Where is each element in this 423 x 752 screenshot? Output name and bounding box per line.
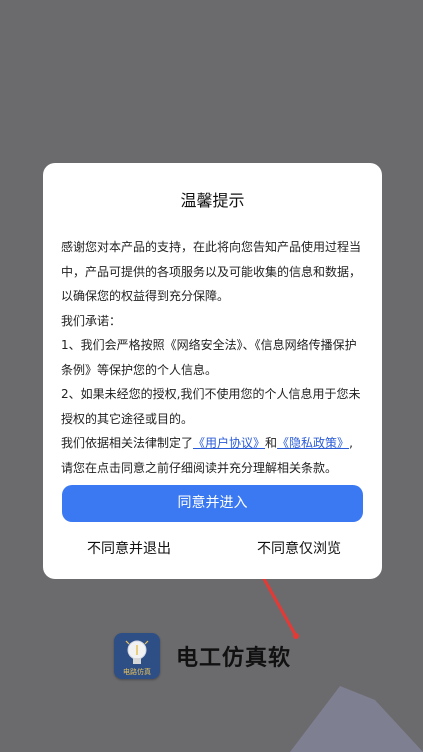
promise-item-1: 1、我们会严格按照《网络安全法》、《信息网络传播保护条例》等保护您的个人信息。: [61, 338, 357, 377]
app-name: 电工仿真软: [176, 646, 292, 671]
dialog-body: 感谢您对本产品的支持，在此将向您告知产品使用过程当中，产品可提供的各项服务以及可…: [61, 235, 364, 480]
privacy-dialog: 温馨提示 感谢您对本产品的支持，在此将向您告知产品使用过程当中，产品可提供的各项…: [43, 163, 382, 579]
privacy-policy-link[interactable]: 《隐私政策》: [277, 436, 349, 450]
promise-item-2: 2、如果未经您的授权,我们不使用您的个人信息用于您未授权的其它途径或目的。: [61, 387, 361, 426]
intro-paragraph: 感谢您对本产品的支持，在此将向您告知产品使用过程当中，产品可提供的各项服务以及可…: [61, 240, 362, 303]
agree-enter-button[interactable]: 同意并进入: [62, 485, 363, 522]
app-icon: 电路仿真: [114, 633, 160, 679]
and-text: 和: [265, 436, 278, 450]
policy-prefix: 我们依据相关法律制定了: [61, 436, 194, 450]
disagree-browse-button[interactable]: 不同意仅浏览: [257, 539, 341, 559]
disagree-exit-button[interactable]: 不同意并退出: [87, 539, 171, 559]
dialog-title: 温馨提示: [180, 191, 245, 210]
user-agreement-link[interactable]: 《用户协议》: [193, 436, 265, 450]
policy-paragraph: 我们依据相关法律制定了《用户协议》和《隐私政策》,请您在点击同意之前仔细阅读并充…: [61, 431, 364, 480]
app-icon-caption: 电路仿真: [123, 668, 151, 676]
app-brand: 电路仿真 电工仿真软: [114, 632, 291, 680]
promise-heading: 我们承诺：: [61, 313, 122, 328]
